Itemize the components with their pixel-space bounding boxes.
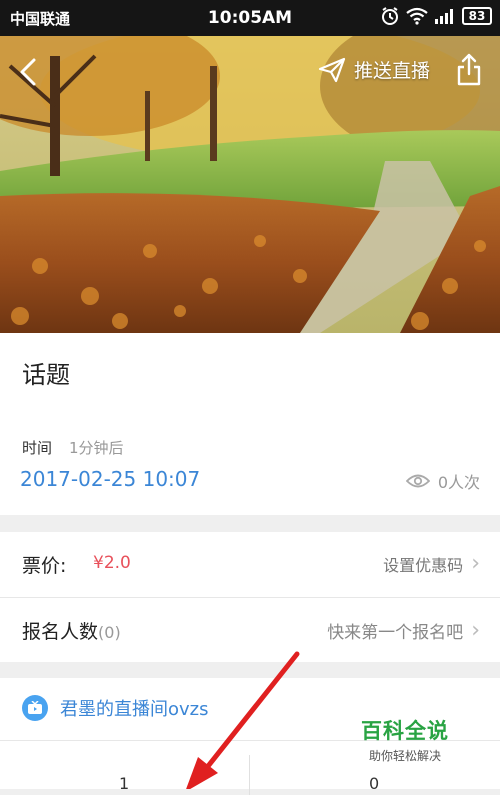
chevron-right-icon: › (471, 617, 480, 643)
stat-divider (249, 755, 250, 795)
battery-indicator: 83 (462, 7, 492, 25)
start-datetime[interactable]: 2017-02-25 10:07 (20, 467, 200, 491)
topic-card: 话题 时间 1分钟后 2017-02-25 10:07 0人次 (0, 333, 500, 515)
tv-icon (22, 695, 48, 721)
back-arrow-icon[interactable] (14, 54, 44, 90)
push-live-label: 推送直播 (354, 60, 431, 82)
stat-left-value: 1 (119, 774, 130, 793)
live-room-name: 君墨的直播间ovzs (60, 699, 209, 720)
status-icons: 83 (380, 6, 492, 26)
baike-watermark: 百科全说 助你轻松解决 (350, 715, 460, 764)
alarm-icon (382, 7, 398, 25)
view-count: 0人次 (405, 469, 480, 493)
signup-hint-text: 快来第一个报名吧 (327, 623, 464, 643)
watermark-title: 百科全说 (361, 719, 449, 743)
push-live-button[interactable]: 推送直播 (318, 56, 430, 83)
share-icon[interactable] (454, 52, 484, 88)
stat-right-value: 0 (369, 774, 380, 793)
view-count-text: 0人次 (437, 473, 480, 492)
signup-count: (0) (98, 623, 121, 642)
status-bar: 中国联通 10:05AM 83 (0, 0, 500, 36)
watermark-subtitle: 助你轻松解决 (368, 749, 441, 763)
price-row: 票价: ¥2.0 设置优惠码 › (0, 532, 500, 596)
promo-code-label: 设置优惠码 (383, 556, 464, 575)
price-label: 票价: (22, 555, 67, 577)
signup-hint[interactable]: 快来第一个报名吧 › (327, 618, 480, 643)
signal-icon (435, 9, 453, 24)
live-room-link[interactable]: 君墨的直播间ovzs (22, 695, 209, 721)
wifi-icon (406, 7, 428, 25)
signup-row[interactable]: 报名人数(0) 快来第一个报名吧 › (0, 597, 500, 662)
ticket-card: 票价: ¥2.0 设置优惠码 › 报名人数(0) 快来第一个报名吧 › (0, 532, 500, 662)
time-relative: 1分钟后 (69, 439, 124, 457)
signup-label-text: 报名人数 (22, 621, 99, 643)
chevron-right-icon: › (471, 551, 480, 576)
set-promo-code-button[interactable]: 设置优惠码 › (383, 552, 480, 576)
topic-title: 话题 (22, 361, 70, 389)
cover-image: 推送直播 (0, 36, 500, 333)
time-label: 时间 (22, 439, 53, 457)
eye-icon (405, 474, 430, 488)
send-icon (318, 57, 346, 82)
signup-label: 报名人数(0) (22, 617, 121, 644)
price-value: ¥2.0 (93, 553, 131, 573)
